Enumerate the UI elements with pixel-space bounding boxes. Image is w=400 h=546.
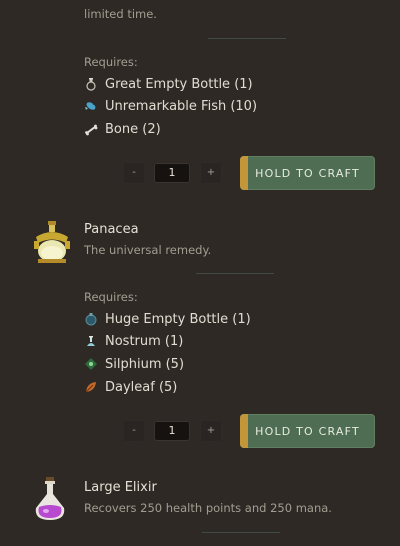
ingredient-huge-empty-bottle: Huge Empty Bottle (1) bbox=[84, 309, 251, 329]
craft-button-label: HOLD TO CRAFT bbox=[255, 166, 360, 180]
craft-progress-accent bbox=[240, 156, 248, 190]
quantity-field[interactable]: 1 bbox=[154, 421, 190, 441]
ingredient-nostrum: Nostrum (1) bbox=[84, 331, 183, 351]
ingredient-bone: Bone (2) bbox=[84, 119, 161, 139]
hold-to-craft-button[interactable]: HOLD TO CRAFT bbox=[240, 414, 375, 448]
fish-icon bbox=[84, 99, 98, 113]
silphium-icon bbox=[84, 357, 98, 371]
hold-to-craft-button[interactable]: HOLD TO CRAFT bbox=[240, 156, 375, 190]
requires-label: Requires: bbox=[84, 290, 138, 304]
quantity-field[interactable]: 1 bbox=[154, 163, 190, 183]
panacea-icon bbox=[30, 219, 74, 271]
decrease-quantity-button[interactable]: - bbox=[123, 420, 145, 442]
recipe-description: The universal remedy. bbox=[84, 243, 212, 257]
ingredient-label: Unremarkable Fish (10) bbox=[105, 98, 258, 114]
nostrum-icon bbox=[84, 334, 98, 348]
recipe-description: Recovers 250 health points and 250 mana. bbox=[84, 501, 332, 515]
ingredient-label: Silphium (5) bbox=[105, 356, 185, 372]
divider bbox=[202, 532, 280, 533]
decrease-quantity-button[interactable]: - bbox=[123, 162, 145, 184]
ingredient-label: Nostrum (1) bbox=[105, 333, 184, 349]
ingredient-label: Dayleaf (5) bbox=[105, 379, 178, 395]
recipe-title: Panacea bbox=[84, 222, 139, 237]
increase-quantity-button[interactable]: + bbox=[200, 162, 222, 184]
ingredient-unremarkable-fish: Unremarkable Fish (10) bbox=[84, 96, 257, 116]
recipe-description: limited time. bbox=[84, 7, 157, 21]
ingredient-label: Great Empty Bottle (1) bbox=[105, 76, 253, 92]
great-empty-bottle-icon bbox=[84, 77, 98, 91]
bone-icon bbox=[84, 122, 98, 136]
increase-quantity-button[interactable]: + bbox=[200, 420, 222, 442]
ingredient-dayleaf: Dayleaf (5) bbox=[84, 377, 177, 397]
requires-label: Requires: bbox=[84, 55, 138, 69]
huge-empty-bottle-icon bbox=[84, 312, 98, 326]
ingredient-label: Bone (2) bbox=[105, 121, 161, 137]
ingredient-silphium: Silphium (5) bbox=[84, 354, 184, 374]
ingredient-great-empty-bottle: Great Empty Bottle (1) bbox=[84, 74, 253, 94]
large-elixir-icon bbox=[30, 476, 70, 528]
divider bbox=[208, 38, 286, 39]
divider bbox=[196, 273, 274, 274]
craft-button-label: HOLD TO CRAFT bbox=[255, 424, 360, 438]
craft-progress-accent bbox=[240, 414, 248, 448]
recipe-title: Large Elixir bbox=[84, 480, 157, 495]
dayleaf-icon bbox=[84, 380, 98, 394]
ingredient-label: Huge Empty Bottle (1) bbox=[105, 311, 251, 327]
